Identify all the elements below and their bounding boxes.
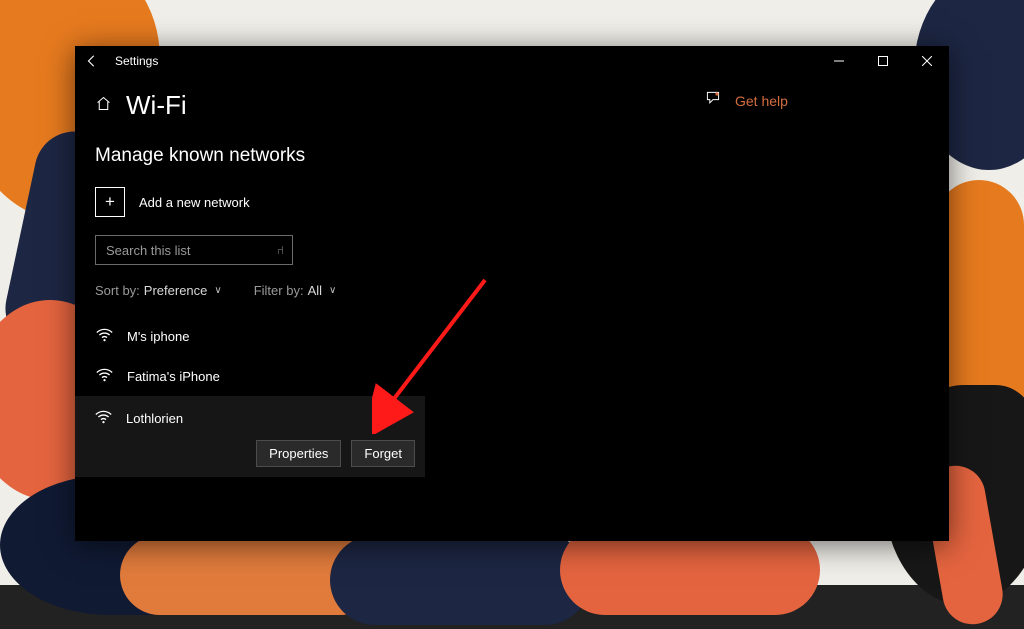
network-name: Fatima's iPhone: [127, 369, 220, 384]
window-title: Settings: [109, 54, 158, 68]
section-title: Manage known networks: [95, 145, 525, 167]
page-header: Wi-Fi: [95, 90, 525, 121]
properties-button[interactable]: Properties: [256, 440, 341, 467]
add-network-button[interactable]: + Add a new network: [95, 187, 525, 217]
filter-by-dropdown[interactable]: Filter by: All ∨: [254, 283, 337, 298]
wifi-icon: [95, 368, 113, 385]
wifi-icon: [95, 410, 112, 427]
network-item-selected[interactable]: Lothlorien Properties Forget: [75, 396, 425, 477]
get-help-label: Get help: [735, 93, 788, 109]
search-input[interactable]: [104, 242, 258, 259]
filter-by-value: All: [308, 283, 322, 298]
network-name: M's iphone: [127, 329, 189, 344]
add-network-label: Add a new network: [139, 195, 250, 210]
close-button[interactable]: [905, 46, 949, 76]
settings-window: Settings Wi-Fi Manage known networks + A…: [75, 46, 949, 541]
network-item[interactable]: Fatima's iPhone: [95, 356, 525, 396]
home-icon[interactable]: [95, 95, 112, 117]
back-button[interactable]: [75, 46, 109, 76]
chevron-down-icon: ∨: [329, 285, 336, 296]
chat-help-icon: [705, 90, 721, 111]
minimize-button[interactable]: [817, 46, 861, 76]
sort-by-dropdown[interactable]: Sort by: Preference ∨: [95, 283, 222, 298]
plus-icon: +: [95, 187, 125, 217]
search-icon: ⑁: [277, 243, 284, 257]
network-name: Lothlorien: [126, 411, 183, 426]
sort-by-value: Preference: [144, 283, 208, 298]
page-title: Wi-Fi: [126, 90, 187, 121]
maximize-button[interactable]: [861, 46, 905, 76]
filter-by-label: Filter by:: [254, 283, 304, 298]
chevron-down-icon: ∨: [214, 285, 221, 296]
sort-by-label: Sort by:: [95, 283, 140, 298]
forget-button[interactable]: Forget: [351, 440, 415, 467]
wifi-icon: [95, 328, 113, 345]
titlebar: Settings: [75, 46, 949, 76]
search-input-wrapper[interactable]: ⑁: [95, 235, 293, 265]
network-item[interactable]: M's iphone: [95, 316, 525, 356]
get-help-link[interactable]: Get help: [705, 90, 788, 111]
